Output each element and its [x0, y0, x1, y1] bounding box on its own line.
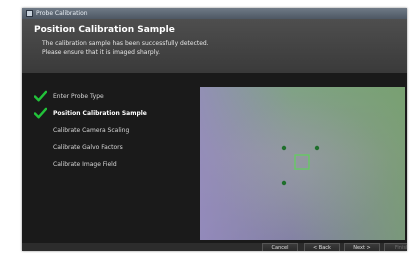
- step-label: Position Calibration Sample: [53, 110, 147, 117]
- wizard-header: Position Calibration Sample The calibrat…: [22, 19, 407, 73]
- marker-dot: [281, 145, 287, 151]
- step-enter-probe-type: Enter Probe Type: [32, 90, 197, 108]
- checkmark-icon: [34, 107, 47, 119]
- app-icon: [26, 10, 33, 17]
- step-calibrate-image-field: Calibrate Image Field: [32, 159, 197, 176]
- probe-calibration-window: Probe Calibration Position Calibration S…: [22, 8, 407, 251]
- button-bar: Cancel < Back Next > Finish: [22, 243, 407, 251]
- title-bar[interactable]: Probe Calibration: [22, 8, 407, 19]
- camera-preview: [200, 87, 405, 240]
- marker-dot: [281, 180, 287, 186]
- step-label: Calibrate Galvo Factors: [53, 144, 123, 151]
- header-description-line-1: The calibration sample has been successf…: [42, 40, 209, 47]
- back-button[interactable]: < Back: [304, 243, 340, 251]
- step-label: Calibrate Image Field: [53, 161, 117, 168]
- header-description-line-2: Please ensure that it is imaged sharply.: [42, 49, 161, 56]
- checkmark-icon: [34, 90, 47, 102]
- step-label: Enter Probe Type: [53, 93, 104, 100]
- next-button[interactable]: Next >: [344, 243, 380, 251]
- step-list: Enter Probe Type Position Calibration Sa…: [32, 90, 197, 176]
- detection-overlay: [281, 145, 320, 186]
- window-title: Probe Calibration: [36, 10, 88, 17]
- cancel-button[interactable]: Cancel: [262, 243, 298, 251]
- marker-dot: [314, 145, 320, 151]
- finish-button[interactable]: Finish: [384, 243, 407, 251]
- step-calibrate-camera-scaling: Calibrate Camera Scaling: [32, 125, 197, 142]
- step-calibrate-galvo-factors: Calibrate Galvo Factors: [32, 142, 197, 159]
- wizard-content: Enter Probe Type Position Calibration Sa…: [22, 73, 407, 246]
- target-box: [294, 154, 310, 170]
- page-title: Position Calibration Sample: [34, 25, 175, 35]
- step-position-calibration-sample: Position Calibration Sample: [32, 107, 197, 125]
- step-label: Calibrate Camera Scaling: [53, 127, 130, 134]
